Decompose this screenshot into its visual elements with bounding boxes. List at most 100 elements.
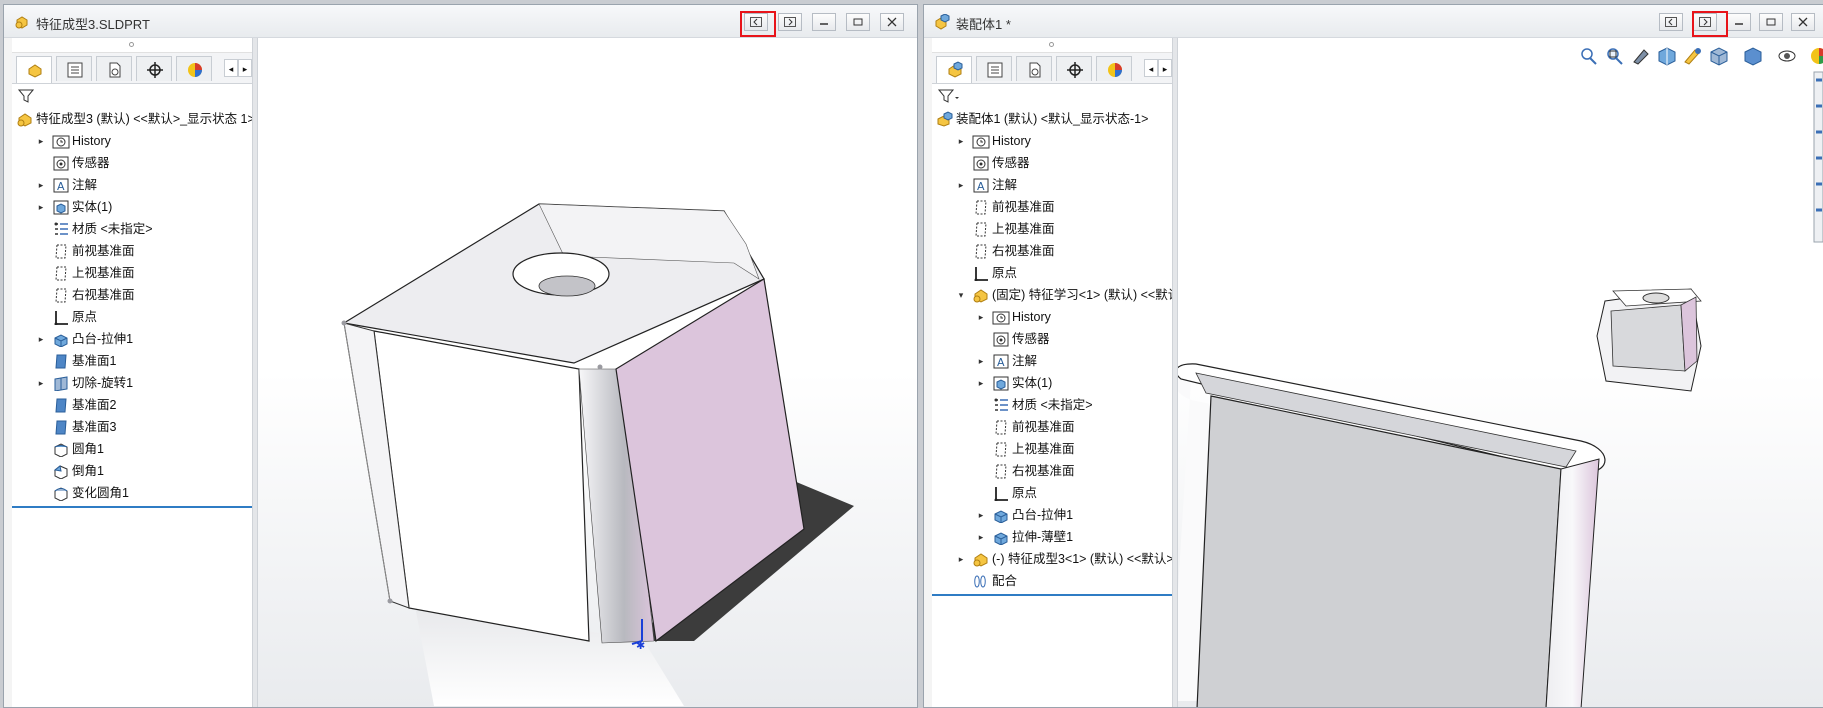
tab-configuration-manager[interactable] (1016, 56, 1052, 81)
tab-scroll-left-button[interactable]: ◂ (224, 59, 238, 77)
tree-node[interactable]: 材质 <未指定> (12, 218, 252, 240)
tree-node[interactable]: ▸ History (12, 130, 252, 152)
tab-display-manager[interactable] (176, 56, 212, 81)
tree-node[interactable]: ▸ A 注解 (932, 350, 1172, 372)
filter-icon[interactable] (18, 89, 34, 103)
tree-node[interactable]: 右视基准面 (932, 240, 1172, 262)
tab-configuration-manager[interactable] (96, 56, 132, 81)
filter-icon[interactable] (938, 89, 960, 103)
tab-property-manager[interactable] (976, 56, 1012, 81)
graphics-viewport[interactable]: ✱ (258, 38, 917, 707)
tree-node[interactable]: ▸ History (932, 306, 1172, 328)
tree-node[interactable]: 材质 <未指定> (932, 394, 1172, 416)
tree-node[interactable]: ▸ (-) 特征成型3<1> (默认) <<默认>_ (932, 548, 1181, 570)
tree-node[interactable]: ▸ A 注解 (932, 174, 1172, 196)
tab-scroll-right-button[interactable]: ▸ (1158, 59, 1172, 77)
expand-toggle-icon[interactable]: ▸ (956, 548, 966, 570)
expand-toggle-icon[interactable]: ▸ (976, 526, 986, 548)
expand-toggle-icon[interactable]: ▸ (36, 328, 46, 350)
expand-toggle-icon[interactable]: ▸ (36, 196, 46, 218)
expand-toggle-icon[interactable]: ▸ (956, 130, 966, 152)
tab-scroll-left-button[interactable]: ◂ (1144, 59, 1158, 77)
tree-node[interactable]: ▸ 拉伸-薄壁1 (932, 526, 1172, 548)
tree-node[interactable]: 上视基准面 (12, 262, 252, 284)
tree-node[interactable]: ▸ 切除-旋转1 (12, 372, 252, 394)
hide-show-items-icon[interactable] (1776, 46, 1798, 66)
annotation-icon: A (992, 353, 1010, 369)
tree-node[interactable]: 圆角1 (12, 438, 252, 460)
close-button[interactable] (880, 13, 904, 31)
tree-node[interactable]: ▸ 实体(1) (12, 196, 252, 218)
graphics-viewport[interactable] (1178, 38, 1823, 707)
expand-toggle-icon[interactable]: ▸ (976, 504, 986, 526)
dynamic-annotation-icon[interactable] (1682, 46, 1704, 66)
tree-node[interactable]: ▸ 凸台-拉伸1 (932, 504, 1172, 526)
tree-node[interactable]: 基准面1 (12, 350, 252, 372)
grip-handle[interactable] (1049, 42, 1054, 47)
task-pane-tabs[interactable] (1813, 68, 1823, 248)
crosshair-icon (147, 62, 163, 78)
chamfer-icon (52, 463, 70, 480)
tree-node[interactable]: 传感器 (932, 328, 1172, 350)
minimize-button[interactable] (1727, 13, 1751, 31)
maximize-button[interactable] (846, 13, 870, 31)
expand-toggle-icon[interactable]: ▸ (36, 130, 46, 152)
zoom-to-area-icon[interactable] (1604, 46, 1626, 66)
tree-node[interactable]: 原点 (932, 262, 1172, 284)
close-button[interactable] (1791, 13, 1815, 31)
expand-toggle-icon[interactable]: ▸ (956, 174, 966, 196)
tile-right-button[interactable] (778, 13, 802, 31)
tree-node[interactable]: 配合 (932, 570, 1172, 592)
edit-appearance-icon[interactable] (1808, 46, 1823, 66)
tree-node[interactable]: 原点 (12, 306, 252, 328)
tree-node[interactable]: 倒角1 (12, 460, 252, 482)
tree-node[interactable]: 右视基准面 (932, 460, 1172, 482)
tree-node[interactable]: 变化圆角1 (12, 482, 252, 504)
section-view-icon[interactable] (1656, 46, 1678, 66)
tree-node[interactable]: 基准面3 (12, 416, 252, 438)
tab-feature-manager[interactable] (16, 56, 52, 83)
tile-left-button[interactable] (1659, 13, 1683, 31)
tree-node[interactable]: ▸ 凸台-拉伸1 (12, 328, 252, 350)
tab-feature-manager[interactable] (936, 56, 972, 83)
expand-toggle-icon[interactable]: ▸ (976, 306, 986, 328)
tab-display-manager[interactable] (1096, 56, 1132, 81)
tree-node[interactable]: 上视基准面 (932, 438, 1172, 460)
tree-node[interactable]: 装配体1 (默认) <默认_显示状态-1> (932, 108, 1172, 130)
tree-node[interactable]: 上视基准面 (932, 218, 1172, 240)
minimize-button[interactable] (812, 13, 836, 31)
expand-toggle-icon[interactable]: ▸ (976, 350, 986, 372)
tree-node[interactable]: 前视基准面 (932, 196, 1172, 218)
tree-node[interactable]: 前视基准面 (12, 240, 252, 262)
view-orientation-icon[interactable] (1708, 46, 1730, 66)
tree-node[interactable]: ▸ 实体(1) (932, 372, 1172, 394)
tree-node[interactable]: ▾ (固定) 特征学习<1> (默认) <<默认 (932, 284, 1180, 306)
tab-property-manager[interactable] (56, 56, 92, 81)
tree-node[interactable]: ▸ History (932, 130, 1172, 152)
tile-right-button[interactable] (1693, 13, 1717, 31)
grip-handle[interactable] (129, 42, 134, 47)
tree-node[interactable]: 特征成型3 (默认) <<默认>_显示状态 1> (12, 108, 255, 130)
maximize-button[interactable] (1759, 13, 1783, 31)
tree-node[interactable]: 前视基准面 (932, 416, 1172, 438)
tile-left-button[interactable] (744, 13, 768, 31)
tree-node[interactable]: 传感器 (12, 152, 252, 174)
zoom-to-fit-icon[interactable] (1578, 46, 1600, 66)
display-style-icon[interactable] (1742, 46, 1764, 66)
tab-scroll-right-button[interactable]: ▸ (238, 59, 252, 77)
expand-toggle-icon[interactable]: ▸ (36, 174, 46, 196)
feature-manager-icon (28, 64, 42, 78)
tab-dimxpert-manager[interactable] (136, 56, 172, 81)
expand-toggle-icon[interactable]: ▸ (976, 372, 986, 394)
tab-dimxpert-manager[interactable] (1056, 56, 1092, 81)
previous-view-icon[interactable] (1630, 46, 1652, 66)
tree-node[interactable]: 原点 (932, 482, 1172, 504)
collapse-toggle-icon[interactable]: ▾ (956, 284, 966, 306)
tree-node[interactable]: 基准面2 (12, 394, 252, 416)
expand-toggle-icon[interactable]: ▸ (36, 372, 46, 394)
tree-node[interactable]: 传感器 (932, 152, 1172, 174)
tree-node[interactable]: ▸ A 注解 (12, 174, 252, 196)
tree-node[interactable]: 右视基准面 (12, 284, 252, 306)
model-vertex (341, 320, 347, 326)
history-folder-icon (972, 133, 990, 149)
